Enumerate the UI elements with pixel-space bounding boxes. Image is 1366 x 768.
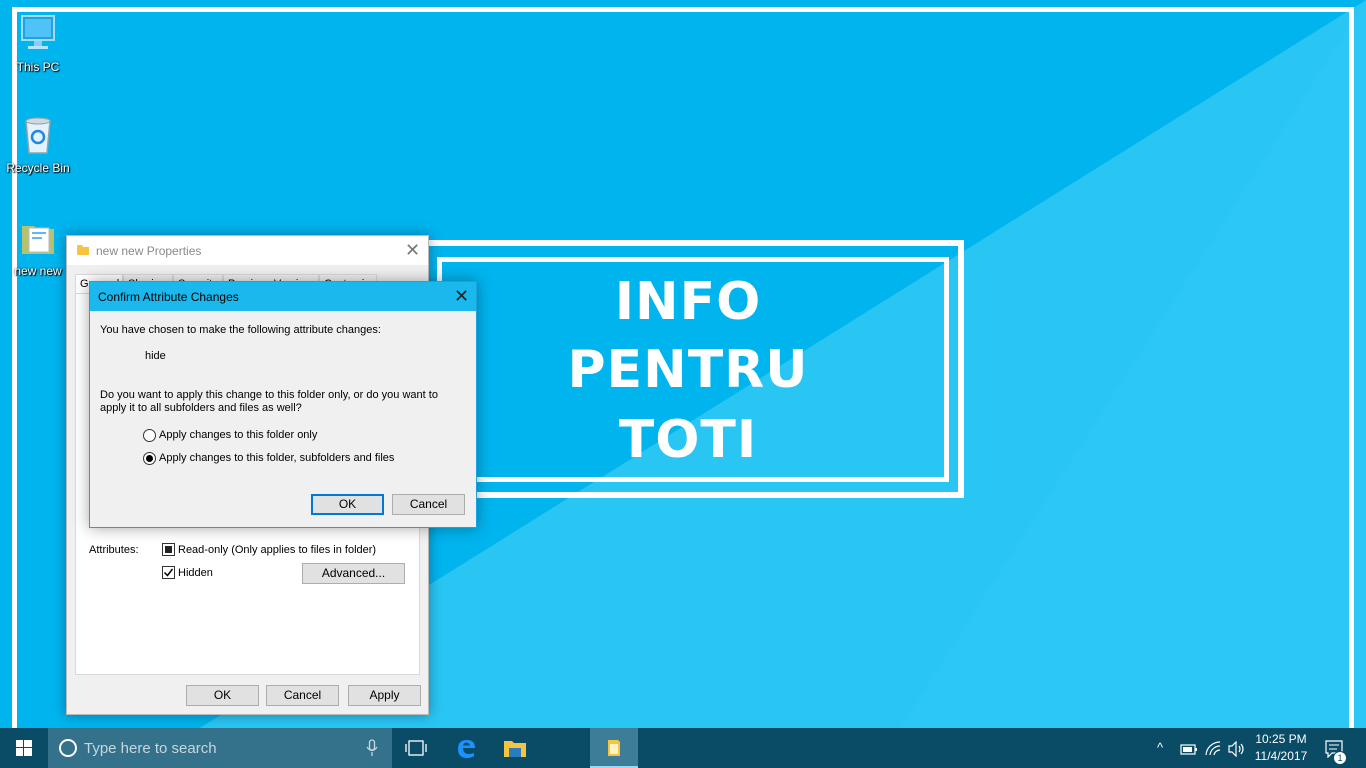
desktop-icon-recycle-bin[interactable]: Recycle Bin: [2, 113, 74, 175]
windows-logo-icon: [16, 740, 32, 756]
advanced-button[interactable]: Advanced...: [302, 563, 405, 584]
edge-icon: [458, 740, 475, 758]
clock[interactable]: 10:25 PM 11/4/2017: [1252, 732, 1310, 763]
desktop-icon-label: new new: [14, 264, 62, 278]
checkmark-icon: [163, 568, 174, 577]
logo-text-line-3: TOTI: [618, 410, 758, 470]
attribute-change-value: hide: [145, 350, 166, 362]
file-explorer-taskbar-button[interactable]: [491, 728, 539, 768]
hidden-label: Hidden: [178, 567, 213, 579]
logo-text-line-1: INFO: [614, 272, 762, 332]
folder-icon: [608, 740, 620, 756]
search-placeholder: Type here to search: [84, 740, 217, 757]
taskbar-search-box[interactable]: Type here to search: [48, 728, 392, 768]
confirm-question-line-1: Do you want to apply this change to this…: [100, 389, 438, 401]
taskbar: Type here to search ^ 10:25 PM 11/4/2017…: [0, 728, 1366, 768]
desktop-icon-label: Recycle Bin: [6, 161, 70, 175]
notification-count: 1: [1337, 753, 1343, 763]
monitor-icon: [21, 15, 55, 49]
logo-text-line-2: PENTRU: [567, 340, 809, 400]
edge-taskbar-button[interactable]: [442, 728, 490, 768]
desktop-icon-label: This PC: [16, 60, 60, 74]
file-explorer-icon: [504, 741, 526, 757]
hidden-checkbox[interactable]: [162, 566, 175, 579]
folder-taskbar-button-active[interactable]: [590, 728, 638, 768]
desktop-icon-this-pc[interactable]: This PC: [2, 12, 74, 74]
notification-badge: 1: [1333, 751, 1347, 765]
radio-folder-subfolders-files[interactable]: [143, 452, 156, 465]
start-button[interactable]: [0, 728, 48, 768]
cancel-button[interactable]: Cancel: [266, 685, 339, 706]
confirm-question-line-2: apply it to all subfolders and files as …: [100, 402, 302, 414]
confirm-title: Confirm Attribute Changes: [98, 290, 239, 304]
recycle-bin-icon: [25, 117, 51, 154]
folder-icon: [77, 245, 89, 255]
properties-titlebar[interactable]: new new Properties ✕: [67, 236, 428, 265]
apply-button[interactable]: Apply: [348, 685, 421, 706]
readonly-checkbox[interactable]: [162, 543, 175, 556]
task-view-button[interactable]: [392, 728, 440, 768]
radio-folder-only[interactable]: [143, 429, 156, 442]
battery-icon[interactable]: [1180, 742, 1198, 756]
radio-folder-subfolders-files-label[interactable]: Apply changes to this folder, subfolders…: [159, 452, 394, 464]
desktop-icon-new-new[interactable]: new new: [2, 216, 74, 278]
close-icon[interactable]: ✕: [405, 241, 420, 259]
attributes-label: Attributes:: [89, 544, 139, 556]
close-icon[interactable]: ✕: [454, 287, 469, 305]
radio-folder-only-label[interactable]: Apply changes to this folder only: [159, 429, 317, 441]
task-view-icon: [405, 740, 427, 756]
chevron-up-icon[interactable]: ^: [1157, 740, 1163, 755]
folder-icon: [22, 226, 54, 254]
confirm-intro-text: You have chosen to make the following at…: [100, 324, 381, 336]
confirm-attribute-dialog: Confirm Attribute Changes ✕ You have cho…: [89, 281, 477, 528]
wifi-icon[interactable]: [1205, 741, 1223, 757]
volume-icon[interactable]: [1228, 741, 1246, 757]
confirm-cancel-button[interactable]: Cancel: [392, 494, 465, 515]
indeterminate-mark: [165, 546, 172, 553]
cortana-icon: [59, 739, 77, 757]
confirm-titlebar[interactable]: Confirm Attribute Changes ✕: [90, 282, 476, 311]
confirm-ok-button[interactable]: OK: [311, 494, 384, 515]
clock-date: 11/4/2017: [1254, 749, 1308, 763]
properties-title: new new Properties: [96, 244, 202, 258]
clock-time: 10:25 PM: [1255, 732, 1307, 746]
ok-button[interactable]: OK: [186, 685, 259, 706]
readonly-label: Read-only (Only applies to files in fold…: [178, 544, 377, 556]
microphone-icon[interactable]: [366, 739, 378, 757]
